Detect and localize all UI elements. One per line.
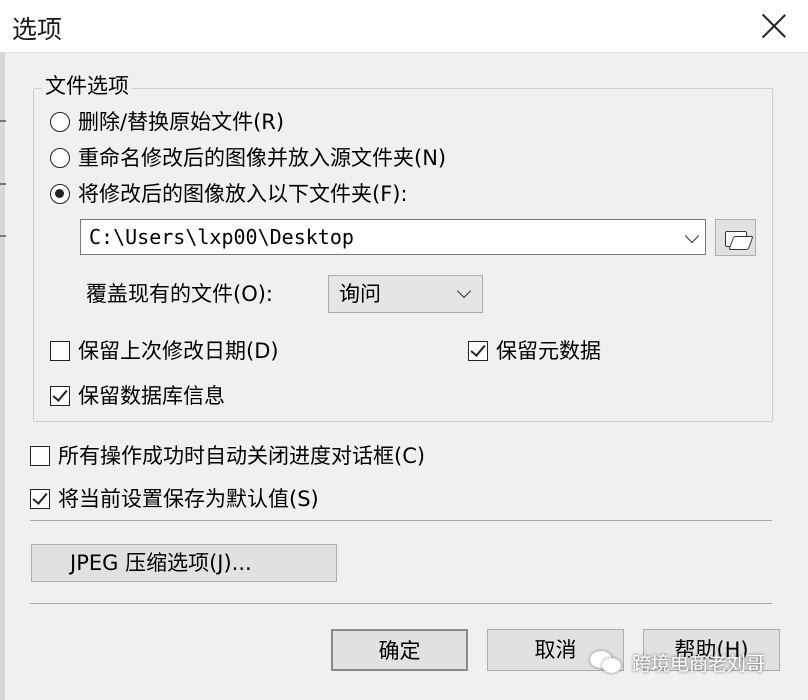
radio-label: 将修改后的图像放入以下文件夹(F): — [78, 182, 408, 206]
checkbox-label: 保留元数据 — [496, 339, 601, 363]
chevron-down-icon[interactable] — [456, 283, 472, 299]
file-options-group — [33, 88, 773, 422]
folder-path-combobox[interactable]: C:\Users\lxp00\Desktop — [80, 219, 706, 255]
wechat-logo-icon — [590, 649, 624, 675]
checkbox-keep-metadata[interactable]: 保留元数据 — [468, 337, 601, 365]
title-bar: 选项 — [0, 0, 808, 53]
checkbox-save-as-default[interactable]: 将当前设置保存为默认值(S) — [30, 485, 319, 513]
overwrite-label: 覆盖现有的文件(O): — [86, 282, 273, 306]
radio-put-in-folder[interactable]: 将修改后的图像放入以下文件夹(F): — [50, 180, 408, 208]
checkbox-checked[interactable] — [50, 386, 70, 406]
checkbox-label: 所有操作成功时自动关闭进度对话框(C) — [58, 444, 426, 468]
edge-tick — [0, 235, 6, 237]
edge-tick — [0, 120, 6, 122]
radio-button[interactable] — [50, 148, 70, 168]
separator — [30, 520, 772, 521]
checkbox-checked[interactable] — [30, 489, 50, 509]
overwrite-dropdown[interactable]: 询问 — [328, 275, 483, 313]
radio-rename-source[interactable]: 重命名修改后的图像并放入源文件夹(N) — [50, 144, 446, 172]
watermark-text: 跨境电商老刘哥 — [632, 652, 766, 675]
checkbox-checked[interactable] — [468, 341, 488, 361]
radio-button-selected[interactable] — [50, 184, 70, 204]
window-title: 选项 — [12, 15, 63, 44]
chevron-down-icon[interactable] — [684, 228, 700, 244]
checkbox-keep-database-info[interactable]: 保留数据库信息 — [50, 382, 225, 410]
overwrite-value: 询问 — [339, 282, 381, 306]
jpeg-compression-options-button[interactable]: JPEG 压缩选项(J)... — [31, 544, 337, 582]
background-window-edge — [0, 52, 5, 700]
checkbox[interactable] — [50, 341, 70, 361]
ok-button[interactable]: 确定 — [331, 629, 468, 671]
watermark: 跨境电商老刘哥 — [590, 640, 795, 684]
checkbox-label: 保留数据库信息 — [78, 384, 225, 408]
file-options-legend: 文件选项 — [42, 72, 132, 100]
separator — [30, 603, 772, 604]
edge-tick — [0, 183, 6, 185]
close-icon[interactable] — [760, 12, 788, 40]
radio-label: 删除/替换原始文件(R) — [78, 110, 285, 134]
checkbox-auto-close-progress[interactable]: 所有操作成功时自动关闭进度对话框(C) — [30, 442, 425, 470]
browse-folder-button[interactable] — [715, 219, 756, 256]
folder-path-value: C:\Users\lxp00\Desktop — [89, 225, 354, 249]
radio-label: 重命名修改后的图像并放入源文件夹(N) — [78, 146, 447, 170]
radio-button[interactable] — [50, 112, 70, 132]
checkbox-label: 保留上次修改日期(D) — [78, 339, 279, 363]
radio-delete-replace[interactable]: 删除/替换原始文件(R) — [50, 108, 284, 136]
checkbox-keep-modified-date[interactable]: 保留上次修改日期(D) — [50, 337, 279, 365]
checkbox[interactable] — [30, 446, 50, 466]
checkbox-label: 将当前设置保存为默认值(S) — [58, 487, 319, 511]
